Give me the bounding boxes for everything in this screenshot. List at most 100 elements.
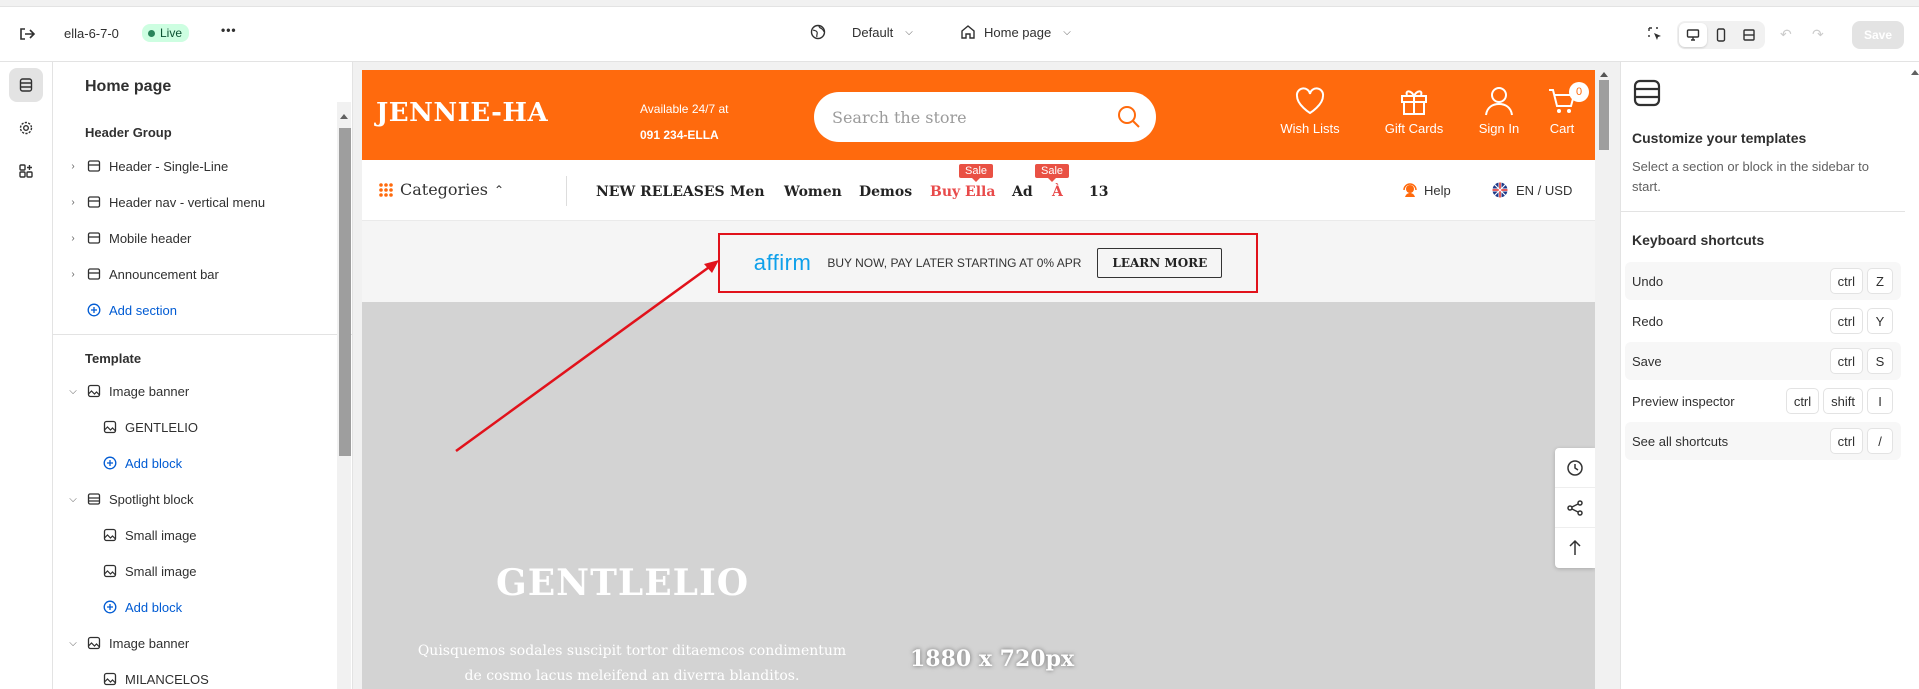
shortcut-row-save: Save ctrl S (1625, 342, 1901, 380)
fullwidth-view-button[interactable] (1735, 23, 1763, 47)
image-block-icon (103, 672, 117, 686)
plus-circle-icon (87, 303, 101, 317)
desktop-view-button[interactable] (1679, 23, 1707, 47)
fullscreen-icon (1743, 29, 1755, 41)
shortcut-row-undo: Undo ctrl Z (1625, 262, 1901, 300)
device-switcher (1677, 21, 1765, 49)
home-icon (961, 25, 975, 39)
shortcut-key: Y (1867, 308, 1893, 334)
add-section-label: Add section (109, 302, 177, 318)
undo-button[interactable]: ↶ (1780, 26, 1792, 43)
shortcut-label: Save (1632, 353, 1662, 369)
sidebar-item-image-banner[interactable]: ⌵ Image banner (67, 631, 189, 655)
add-block-button[interactable]: Add block (103, 451, 182, 475)
app-embeds-tab-button[interactable] (9, 154, 43, 188)
panel-description: Select a section or block in the sidebar… (1632, 159, 1870, 194)
left-rail (0, 62, 53, 689)
sidebar-block-small-image[interactable]: Small image (103, 523, 197, 547)
live-dot-icon (148, 29, 155, 37)
templates-icon (1633, 79, 1661, 107)
mobile-icon (1716, 28, 1726, 42)
shortcut-label: Preview inspector (1632, 393, 1735, 409)
sidebar-item-announcement-bar[interactable]: › Announcement bar (67, 262, 219, 286)
theme-name: ella-6-7-0 (64, 26, 119, 41)
section-icon (87, 268, 101, 280)
share-button[interactable] (1555, 488, 1595, 528)
shortcut-key: / (1867, 428, 1893, 454)
sections-sidebar: Home page Header Group › Header - Single… (53, 62, 353, 689)
sidebar-block-small-image[interactable]: Small image (103, 559, 197, 583)
sidebar-item-label: Announcement bar (109, 266, 219, 282)
annotation-arrow (455, 260, 719, 453)
section-icon (87, 196, 101, 208)
chevron-down-icon: ⌵ (69, 493, 77, 505)
sidebar-scrollbar-thumb[interactable] (339, 128, 351, 456)
shortcut-key: I (1867, 388, 1893, 414)
shortcut-key: ctrl (1829, 428, 1863, 454)
image-block-icon (103, 564, 117, 578)
add-block-button[interactable]: Add block (103, 595, 182, 619)
keyboard-shortcuts-title: Keyboard shortcuts (1632, 232, 1765, 248)
chevron-right-icon: › (71, 196, 75, 208)
shortcut-key: shift (1823, 388, 1863, 414)
sidebar-item-spotlight-block[interactable]: ⌵ Spotlight block (67, 487, 194, 511)
shortcut-key: ctrl (1785, 388, 1820, 414)
redo-button[interactable]: ↷ (1812, 26, 1824, 43)
theme-settings-tab-button[interactable] (9, 111, 43, 145)
add-section-button[interactable]: Add section (87, 298, 177, 322)
sidebar-item-mobile-header[interactable]: › Mobile header (67, 226, 191, 250)
sidebar-item-label: GENTLELIO (125, 419, 198, 435)
template-selector[interactable]: Default ⌵ (810, 24, 913, 40)
sidebar-item-label: Small image (125, 563, 197, 579)
sidebar-item-label: Spotlight block (109, 491, 194, 507)
chevron-down-icon: ⌵ (905, 26, 913, 38)
scroll-up-icon[interactable] (340, 114, 348, 119)
sections-tab-button[interactable] (9, 68, 43, 102)
template-selector-label: Default (852, 24, 894, 40)
sidebar-item-image-banner[interactable]: ⌵ Image banner (67, 379, 189, 403)
shortcut-label: Undo (1632, 273, 1664, 289)
chevron-down-icon: ⌵ (1063, 26, 1071, 38)
add-block-label: Add block (125, 455, 183, 471)
scroll-up-icon[interactable] (1600, 72, 1608, 77)
image-section-icon (87, 636, 101, 650)
mobile-view-button[interactable] (1707, 23, 1735, 47)
more-actions-button[interactable]: ••• (221, 23, 237, 37)
section-icon (87, 160, 101, 172)
sidebar-item-label: Header nav - vertical menu (109, 194, 266, 210)
chevron-right-icon: › (71, 232, 75, 244)
sidebar-item-label: Image banner (109, 635, 190, 651)
storefront-preview: JENNIE-HA Available 24/7 at 091 234-ELLA… (362, 70, 1595, 689)
redo-icon: ↷ (1812, 26, 1824, 42)
live-status-label: Live (160, 26, 183, 40)
section-icon (87, 493, 101, 505)
sidebar-item-header-single-line[interactable]: › Header - Single-Line (67, 154, 228, 178)
settings-panel: Customize your templates Select a sectio… (1620, 62, 1919, 689)
header-group-label: Header Group (85, 125, 172, 140)
shortcut-row-see-all[interactable]: See all shortcuts ctrl / (1625, 422, 1901, 460)
shortcut-label: See all shortcuts (1632, 433, 1729, 449)
page-selector[interactable]: Home page ⌵ (960, 24, 1071, 40)
preview-scrollbar-thumb[interactable] (1599, 80, 1609, 150)
scroll-up-icon[interactable] (1911, 70, 1919, 75)
save-button[interactable]: Save (1852, 21, 1904, 49)
recently-viewed-button[interactable] (1555, 448, 1595, 488)
shortcut-key: Z (1867, 268, 1893, 294)
gear-icon (19, 121, 33, 135)
back-to-top-button[interactable] (1555, 528, 1595, 568)
exit-button[interactable] (18, 25, 36, 43)
arrow-up-icon (1569, 539, 1581, 555)
history-icon (1567, 459, 1583, 476)
inspector-button[interactable] (1647, 26, 1663, 42)
sidebar-title: Home page (85, 78, 172, 95)
page-selector-label: Home page (984, 24, 1052, 40)
sidebar-block-gentlelio[interactable]: GENTLELIO (103, 415, 198, 439)
sidebar-item-label: Mobile header (109, 230, 192, 246)
undo-icon: ↶ (1780, 26, 1792, 42)
sidebar-item-label: Small image (125, 527, 197, 543)
sidebar-block-milancelos[interactable]: MILANCELOS (103, 667, 209, 689)
panel-title: Customize your templates (1632, 130, 1807, 146)
desktop-icon (1686, 29, 1700, 41)
sidebar-item-header-nav[interactable]: › Header nav - vertical menu (67, 190, 265, 214)
theme-preview: JENNIE-HA Available 24/7 at 091 234-ELLA… (353, 62, 1620, 689)
